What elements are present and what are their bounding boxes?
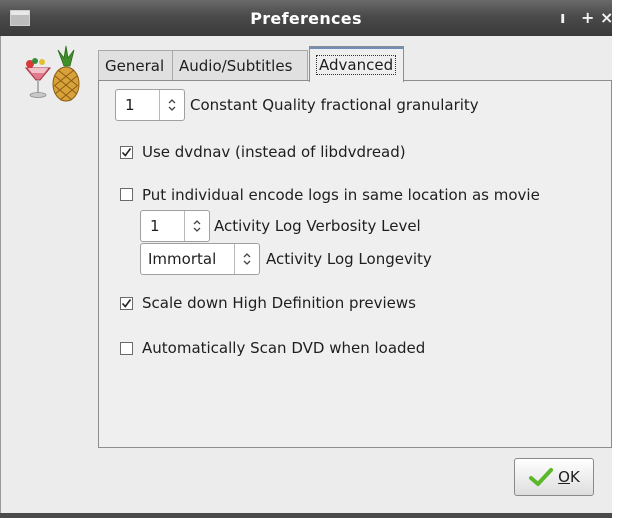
check-mark-icon bbox=[121, 148, 132, 157]
tab-audio-subtitles[interactable]: Audio/Subtitles bbox=[172, 50, 308, 81]
minimize-button[interactable]: ı bbox=[560, 6, 565, 30]
tab-advanced-label: Advanced bbox=[316, 55, 397, 75]
log-longevity-combo[interactable]: Immortal bbox=[140, 243, 260, 275]
log-longevity-label: Activity Log Longevity bbox=[266, 250, 432, 268]
title-bar[interactable]: Preferences ı + × bbox=[0, 0, 613, 36]
window-title: Preferences bbox=[250, 9, 362, 28]
auto-scan-dvd-checkbox[interactable] bbox=[120, 342, 133, 355]
log-verbosity-value: 1 bbox=[150, 217, 160, 235]
tab-general[interactable]: General bbox=[98, 50, 173, 81]
window-bottom-border bbox=[0, 513, 612, 518]
individual-logs-label[interactable]: Put individual encode logs in same locat… bbox=[142, 185, 540, 205]
tab-general-label: General bbox=[105, 57, 165, 75]
ok-button-label: OK bbox=[558, 468, 580, 486]
scale-down-hd-label[interactable]: Scale down High Definition previews bbox=[142, 293, 416, 313]
individual-logs-checkbox[interactable] bbox=[120, 188, 133, 201]
use-dvdnav-checkbox[interactable] bbox=[120, 146, 133, 159]
preferences-window: Preferences ı + × General Audio/Subtitle… bbox=[0, 0, 613, 518]
maximize-button[interactable]: + bbox=[581, 6, 594, 30]
tab-advanced[interactable]: Advanced bbox=[309, 46, 404, 82]
quality-granularity-value: 1 bbox=[125, 96, 135, 114]
scale-down-hd-checkbox[interactable] bbox=[120, 297, 133, 310]
spin-arrows-icon[interactable] bbox=[234, 244, 259, 274]
log-longevity-value: Immortal bbox=[148, 250, 217, 268]
close-button[interactable]: × bbox=[600, 6, 613, 30]
spin-arrows-icon[interactable] bbox=[184, 211, 209, 241]
log-verbosity-label: Activity Log Verbosity Level bbox=[214, 217, 421, 235]
spin-arrows-icon[interactable] bbox=[159, 90, 184, 120]
quality-granularity-label: Constant Quality fractional granularity bbox=[190, 96, 479, 114]
auto-scan-dvd-label[interactable]: Automatically Scan DVD when loaded bbox=[142, 338, 425, 358]
handbrake-pineapple-icon bbox=[24, 45, 80, 102]
quality-granularity-spinner[interactable]: 1 bbox=[115, 89, 185, 121]
use-dvdnav-label[interactable]: Use dvdnav (instead of libdvdread) bbox=[142, 142, 406, 162]
tab-audio-subtitles-label: Audio/Subtitles bbox=[179, 57, 293, 75]
ok-button[interactable]: OK bbox=[514, 458, 594, 496]
log-verbosity-spinner[interactable]: 1 bbox=[140, 210, 210, 242]
check-icon bbox=[529, 468, 554, 486]
check-mark-icon bbox=[121, 299, 132, 308]
